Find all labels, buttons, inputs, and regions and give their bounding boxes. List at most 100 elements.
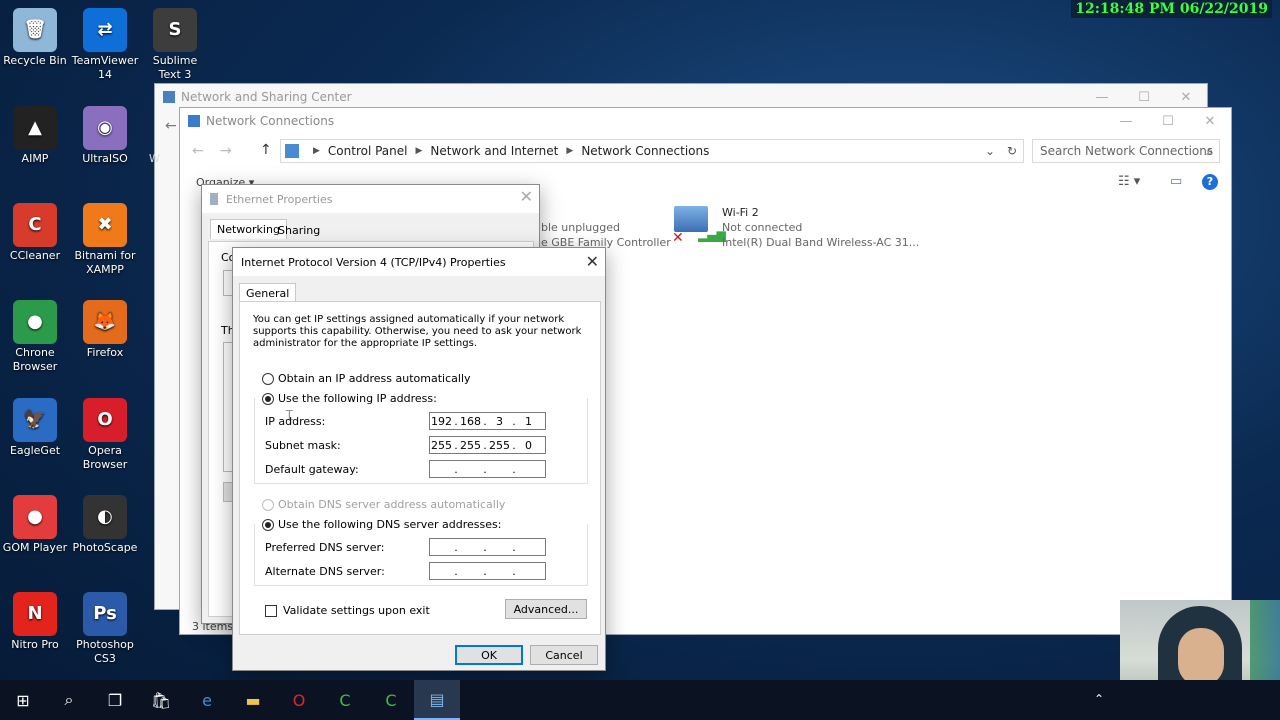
tab-general[interactable]: General [239,283,297,303]
desktop-icon-photoshop[interactable]: Ps Photoshop CS3 [70,592,140,666]
alternate-dns-field[interactable]: . . . [429,562,546,580]
desktop-icon-opera[interactable]: O Opera Browser [70,398,140,472]
preferred-dns-field[interactable]: . . . [429,538,546,556]
camtasia-recorder-icon[interactable]: C [368,680,414,720]
mouse-cursor-icon: ⌶ [285,408,294,424]
ipv4-close-button[interactable]: ✕ [586,252,599,271]
desktop-icon-label: CCleaner [9,249,61,262]
task-view-icon[interactable]: ❐ [92,680,138,720]
desktop-icon-ultraiso[interactable]: ◉ UltraISO [70,106,140,166]
ok-button[interactable]: OK [455,645,523,665]
refresh-icon[interactable]: ↻ [1007,144,1017,158]
search-input[interactable]: Search Network Connections [1040,144,1213,158]
desktop-icon-eagleget[interactable]: 🦅 EagleGet [0,398,70,458]
octet-dot: . [483,540,487,554]
nsc-back-arrow-icon[interactable]: ← [165,118,177,134]
netconn-titlebar[interactable]: Network Connections [180,108,1231,134]
alternate-dns-label: Alternate DNS server: [265,565,385,578]
default-gateway-field[interactable]: . . . [429,460,546,478]
wifi-adapter-item[interactable]: ✕ ▂▄▆ Wi-Fi 2 Not connected Intel(R) Dua… [672,204,919,252]
wifi-adapter-device: Intel(R) Dual Band Wireless-AC 31... [722,236,920,249]
desktop-icon-sublime-text[interactable]: S Sublime Text 3 [140,8,210,82]
search-icon[interactable]: ⌕ [46,680,92,720]
subnet-mask-field[interactable]: 255. 255. 255. 0 [429,436,546,454]
obtain-ip-auto-radio[interactable]: Obtain an IP address automatically [262,372,471,385]
desktop-icon-teamviewer[interactable]: ⇄ TeamViewer 14 [70,8,140,82]
desktop-icon-gom-player[interactable]: ● GOM Player [0,495,70,555]
ipv4-titlebar[interactable]: Internet Protocol Version 4 (TCP/IPv4) P… [233,248,605,276]
preview-pane-icon[interactable]: ▭ [1170,174,1182,189]
octet-dot: . [483,564,487,578]
tray-chevron-up-icon[interactable]: ⌃ [1094,692,1104,706]
subnet-octet-3[interactable]: 255 [488,439,511,452]
radio-indicator [262,392,274,405]
desktop-icon-nitro-pro[interactable]: N Nitro Pro [0,592,70,652]
clock-overlay: 12:18:48 PM 06/22/2019 [1071,0,1272,18]
netconn-maximize-button[interactable]: ☐ [1147,108,1189,134]
desktop-icon-chrome[interactable]: ● Chrone Browser [0,300,70,374]
camtasia-icon[interactable]: C [322,680,368,720]
desktop-icon-ccleaner[interactable]: C CCleaner [0,203,70,263]
desktop-icon-firefox[interactable]: 🦊 Firefox [70,300,140,360]
subnet-octet-4[interactable]: 0 [517,439,540,452]
breadcrumb-sep-icon: ▶ [415,146,423,156]
wifi-adapter-status: Not connected [722,221,803,234]
desktop-icon-recycle-bin[interactable]: 🗑 Recycle Bin [0,8,70,68]
desktop-icon-label: Opera Browser [82,444,128,471]
desktop-icon-label: Chrone Browser [12,346,58,373]
obtain-dns-auto-radio[interactable]: Obtain DNS server address automatically [262,498,505,511]
ccleaner-icon: C [13,203,57,247]
use-following-dns-radio[interactable]: Use the following DNS server addresses: [262,518,506,531]
breadcrumb-control-panel[interactable]: Control Panel [328,144,408,158]
edge-icon[interactable]: e [184,680,230,720]
obtain-dns-auto-label: Obtain DNS server address automatically [278,498,506,511]
photoshop-icon: Ps [83,592,127,636]
opera-taskbar-icon[interactable]: O [276,680,322,720]
advanced-button[interactable]: Advanced... [505,599,587,619]
address-bar[interactable]: ▶ Control Panel ▶ Network and Internet ▶… [280,139,1024,163]
ip-octet-3[interactable]: 3 [488,415,511,428]
validate-settings-checkbox[interactable]: Validate settings upon exit [265,604,430,617]
subnet-mask-label: Subnet mask: [265,439,341,452]
desktop-icon-label: TeamViewer 14 [71,54,139,81]
ip-octet-1[interactable]: 192 [430,415,453,428]
tab-sharing[interactable]: Sharing [278,224,320,237]
search-box[interactable]: Search Network Connections ⌕ [1032,139,1220,163]
ethernet-titlebar[interactable]: Ethernet Properties [202,185,539,213]
forward-arrow-icon[interactable]: → [220,143,232,159]
desktop-icon-aimp[interactable]: ▲ AIMP [0,106,70,166]
netconn-minimize-button[interactable]: — [1105,108,1147,134]
control-panel-icon[interactable]: ▤ [414,680,460,720]
desktop-icon-xampp[interactable]: ✖ Bitnami for XAMPP [70,203,140,277]
desktop-icon-label: EagleGet [9,444,61,457]
store-icon[interactable]: 🛍 [138,680,184,720]
start-icon[interactable]: ⊞ [0,680,46,720]
ethernet-close-button[interactable]: ✕ [520,187,533,206]
ip-octet-4[interactable]: 1 [517,415,540,428]
octet-dot: . [512,540,516,554]
cancel-button[interactable]: Cancel [530,645,598,665]
netconn-app-icon [188,115,200,127]
tab-networking[interactable]: Networking [210,219,287,239]
subnet-octet-1[interactable]: 255 [430,439,453,452]
view-options-icon[interactable]: ☷ ▾ [1118,174,1140,189]
desktop-icon-photoscape[interactable]: ◐ PhotoScape [70,495,140,555]
file-explorer-icon[interactable]: ▬ [230,680,276,720]
chevron-down-icon[interactable]: ⌄ [985,144,995,158]
preferred-dns-label: Preferred DNS server: [265,541,385,554]
breadcrumb-sep-icon: ▶ [313,146,320,156]
sublime-text-icon: S [153,8,197,52]
netconn-close-button[interactable]: ✕ [1189,108,1231,134]
use-following-dns-label: Use the following DNS server addresses: [278,518,502,531]
ip-octet-2[interactable]: 168 [459,415,482,428]
help-icon[interactable]: ? [1202,174,1218,190]
subnet-octet-2[interactable]: 255 [459,439,482,452]
ipv4-properties-dialog[interactable]: Internet Protocol Version 4 (TCP/IPv4) P… [232,247,606,671]
ip-address-field[interactable]: 192. 168. 3. 1 [429,412,546,430]
use-following-ip-radio[interactable]: Use the following IP address: [262,392,441,405]
breadcrumb-network-internet[interactable]: Network and Internet [430,144,558,158]
breadcrumb-network-connections[interactable]: Network Connections [581,144,709,158]
back-arrow-icon[interactable]: ← [192,143,204,159]
ethernet-adapter-status: ble unplugged [541,221,620,234]
up-arrow-icon[interactable]: ↑ [260,142,272,158]
